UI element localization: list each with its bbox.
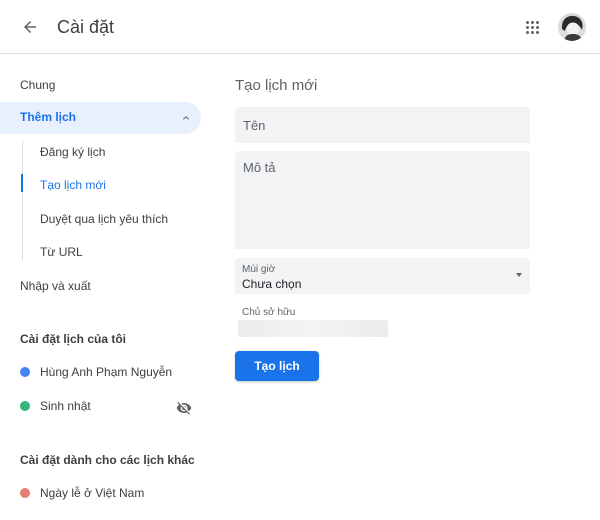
calendar-color-dot — [20, 401, 30, 411]
owner-label: Chủ sở hữu — [242, 307, 296, 318]
timezone-select[interactable]: Múi giờ Chưa chọn — [235, 258, 530, 294]
arrow-left-icon — [24, 21, 36, 33]
calendar-name-field[interactable] — [235, 107, 530, 143]
settings-sidebar: Chung Thêm lịch Đăng ký lịch Tạo lịch mớ… — [0, 54, 210, 520]
section-title-my-calendars: Cài đặt lịch của tôi — [20, 332, 127, 346]
calendar-name-input[interactable] — [235, 107, 530, 143]
calendar-item-label: Ngày lễ ở Việt Nam — [40, 486, 145, 500]
create-calendar-button[interactable]: Tạo lịch — [235, 351, 319, 381]
section-heading: Tạo lịch mới — [235, 77, 318, 94]
calendar-item-holidays[interactable]: Ngày lễ ở Việt Nam — [20, 486, 144, 500]
section-title-other-calendars: Cài đặt dành cho các lịch khác — [20, 453, 195, 467]
calendar-description-input[interactable] — [235, 151, 530, 249]
timezone-value: Chưa chọn — [242, 277, 302, 291]
sidebar-subitem-from-url[interactable]: Từ URL — [40, 244, 83, 260]
subnav-line — [22, 192, 23, 260]
apps-button[interactable] — [516, 11, 548, 43]
subnav-active-marker — [21, 174, 23, 192]
calendar-item-birthdays[interactable]: Sinh nhật — [20, 399, 91, 413]
owner-value-redacted — [238, 320, 388, 337]
calendar-color-dot — [20, 367, 30, 377]
sidebar-item-import-export[interactable]: Nhập và xuất — [20, 278, 91, 294]
chevron-up-icon[interactable] — [180, 112, 192, 124]
calendar-item-label: Hùng Anh Phạm Nguyễn — [40, 365, 173, 379]
timezone-label: Múi giờ — [242, 264, 276, 275]
app-header: Cài đặt — [0, 0, 600, 54]
sidebar-item-general[interactable]: Chung — [20, 77, 55, 93]
calendar-color-dot — [20, 488, 30, 498]
page-title: Cài đặt — [57, 17, 115, 37]
avatar-image — [558, 13, 586, 41]
eye-off-icon[interactable] — [176, 400, 192, 416]
apps-grid-icon — [525, 20, 539, 34]
avatar[interactable] — [558, 13, 586, 41]
sidebar-subitem-browse[interactable]: Duyệt qua lịch yêu thích — [40, 211, 168, 227]
calendar-description-field[interactable] — [235, 151, 530, 249]
subnav-line — [22, 141, 23, 174]
sidebar-subitem-create-new[interactable]: Tạo lịch mới — [40, 177, 106, 193]
calendar-item-label: Sinh nhật — [40, 399, 91, 413]
dropdown-arrow-icon — [516, 273, 522, 277]
calendar-item-personal[interactable]: Hùng Anh Phạm Nguyễn — [20, 365, 172, 379]
back-button[interactable] — [14, 11, 46, 43]
sidebar-item-add-calendar-label: Thêm lịch — [20, 110, 77, 124]
sidebar-subitem-subscribe[interactable]: Đăng ký lịch — [40, 144, 105, 160]
